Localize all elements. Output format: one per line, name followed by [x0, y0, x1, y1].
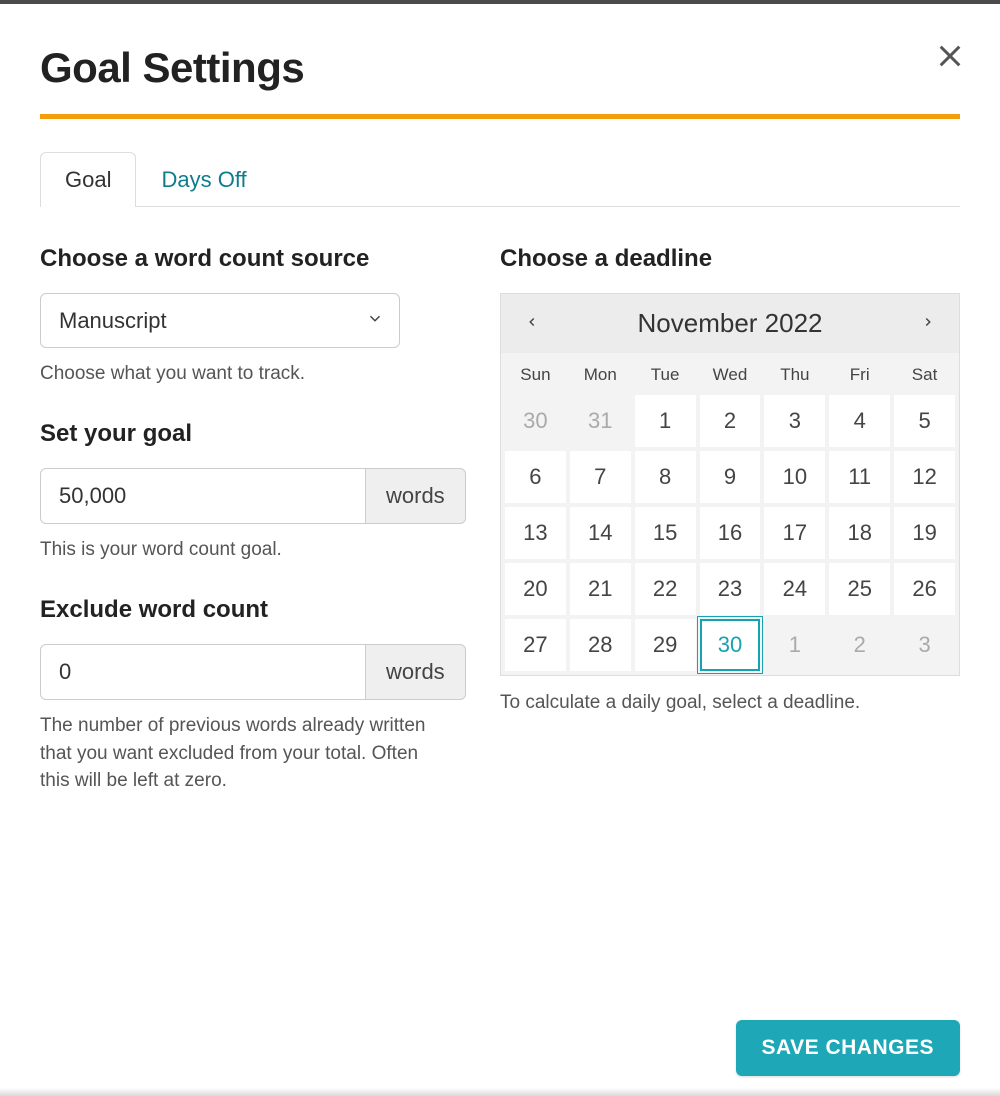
- calendar-dow: Wed: [700, 357, 761, 391]
- source-select[interactable]: Manuscript: [40, 293, 400, 348]
- exclude-heading: Exclude word count: [40, 594, 440, 626]
- calendar-day[interactable]: 5: [894, 395, 955, 447]
- tab-goal[interactable]: Goal: [40, 152, 136, 207]
- calendar-day[interactable]: 25: [829, 563, 890, 615]
- calendar-day[interactable]: 12: [894, 451, 955, 503]
- calendar-day[interactable]: 24: [764, 563, 825, 615]
- goal-settings-modal: Goal Settings Goal Days Off Choose a wor…: [0, 4, 1000, 825]
- calendar-day: 2: [829, 619, 890, 671]
- calendar-day[interactable]: 14: [570, 507, 631, 559]
- exclude-block: Exclude word count words The number of p…: [40, 594, 440, 795]
- calendar-day[interactable]: 8: [635, 451, 696, 503]
- goal-unit-suffix: words: [365, 468, 466, 524]
- calendar-day[interactable]: 1: [635, 395, 696, 447]
- source-hint: Choose what you want to track.: [40, 360, 440, 388]
- calendar-day: 30: [505, 395, 566, 447]
- calendar-dow: Thu: [764, 357, 825, 391]
- exclude-input[interactable]: [40, 644, 365, 700]
- calendar-prev-button[interactable]: [519, 309, 545, 338]
- bottom-shadow: [0, 1088, 1000, 1096]
- calendar-dow: Tue: [635, 357, 696, 391]
- left-column: Choose a word count source Manuscript Ch…: [40, 243, 440, 825]
- calendar-day[interactable]: 16: [700, 507, 761, 559]
- calendar-day[interactable]: 19: [894, 507, 955, 559]
- calendar-day[interactable]: 7: [570, 451, 631, 503]
- close-icon: [936, 58, 964, 73]
- calendar-day[interactable]: 3: [764, 395, 825, 447]
- calendar-day: 3: [894, 619, 955, 671]
- exclude-hint: The number of previous words already wri…: [40, 712, 440, 795]
- calendar-day[interactable]: 2: [700, 395, 761, 447]
- modal-header: Goal Settings: [40, 44, 960, 92]
- calendar-day[interactable]: 13: [505, 507, 566, 559]
- goal-heading: Set your goal: [40, 418, 440, 450]
- content-area: Choose a word count source Manuscript Ch…: [40, 207, 960, 825]
- calendar-day[interactable]: 21: [570, 563, 631, 615]
- calendar-day[interactable]: 15: [635, 507, 696, 559]
- chevron-left-icon: [525, 317, 539, 332]
- set-goal-block: Set your goal words This is your word co…: [40, 418, 440, 564]
- calendar-day[interactable]: 6: [505, 451, 566, 503]
- exclude-input-group: words: [40, 644, 400, 700]
- calendar-day: 1: [764, 619, 825, 671]
- save-changes-button[interactable]: SAVE CHANGES: [736, 1020, 960, 1076]
- goal-input[interactable]: [40, 468, 365, 524]
- tabs: Goal Days Off: [40, 151, 960, 207]
- exclude-unit-suffix: words: [365, 644, 466, 700]
- calendar-day[interactable]: 28: [570, 619, 631, 671]
- calendar-day[interactable]: 11: [829, 451, 890, 503]
- deadline-hint: To calculate a daily goal, select a dead…: [500, 692, 960, 714]
- close-button[interactable]: [932, 38, 968, 77]
- calendar-day[interactable]: 22: [635, 563, 696, 615]
- calendar-grid: SunMonTueWedThuFriSat3031123456789101112…: [501, 353, 959, 675]
- word-count-source-block: Choose a word count source Manuscript Ch…: [40, 243, 440, 388]
- calendar-month-label: November 2022: [638, 308, 823, 339]
- calendar-day[interactable]: 18: [829, 507, 890, 559]
- modal-title: Goal Settings: [40, 44, 960, 92]
- calendar-dow: Fri: [829, 357, 890, 391]
- title-divider: [40, 114, 960, 119]
- calendar-day[interactable]: 29: [635, 619, 696, 671]
- source-heading: Choose a word count source: [40, 243, 440, 275]
- calendar-day[interactable]: 17: [764, 507, 825, 559]
- calendar-header: November 2022: [501, 294, 959, 353]
- goal-input-group: words: [40, 468, 400, 524]
- calendar-day[interactable]: 10: [764, 451, 825, 503]
- calendar-dow: Sat: [894, 357, 955, 391]
- goal-hint: This is your word count goal.: [40, 536, 440, 564]
- deadline-heading: Choose a deadline: [500, 243, 960, 275]
- calendar-day[interactable]: 4: [829, 395, 890, 447]
- chevron-right-icon: [921, 317, 935, 332]
- tab-days-off[interactable]: Days Off: [136, 152, 271, 207]
- calendar-next-button[interactable]: [915, 309, 941, 338]
- deadline-calendar: November 2022 SunMonTueWedThuFriSat30311…: [500, 293, 960, 676]
- calendar-day[interactable]: 30: [700, 619, 761, 671]
- calendar-day[interactable]: 9: [700, 451, 761, 503]
- calendar-day[interactable]: 26: [894, 563, 955, 615]
- calendar-dow: Mon: [570, 357, 631, 391]
- calendar-day: 31: [570, 395, 631, 447]
- calendar-day[interactable]: 20: [505, 563, 566, 615]
- calendar-day[interactable]: 23: [700, 563, 761, 615]
- modal-footer: SAVE CHANGES: [736, 1020, 960, 1076]
- source-select-wrap: Manuscript: [40, 293, 400, 348]
- calendar-dow: Sun: [505, 357, 566, 391]
- calendar-day[interactable]: 27: [505, 619, 566, 671]
- right-column: Choose a deadline November 2022: [500, 243, 960, 825]
